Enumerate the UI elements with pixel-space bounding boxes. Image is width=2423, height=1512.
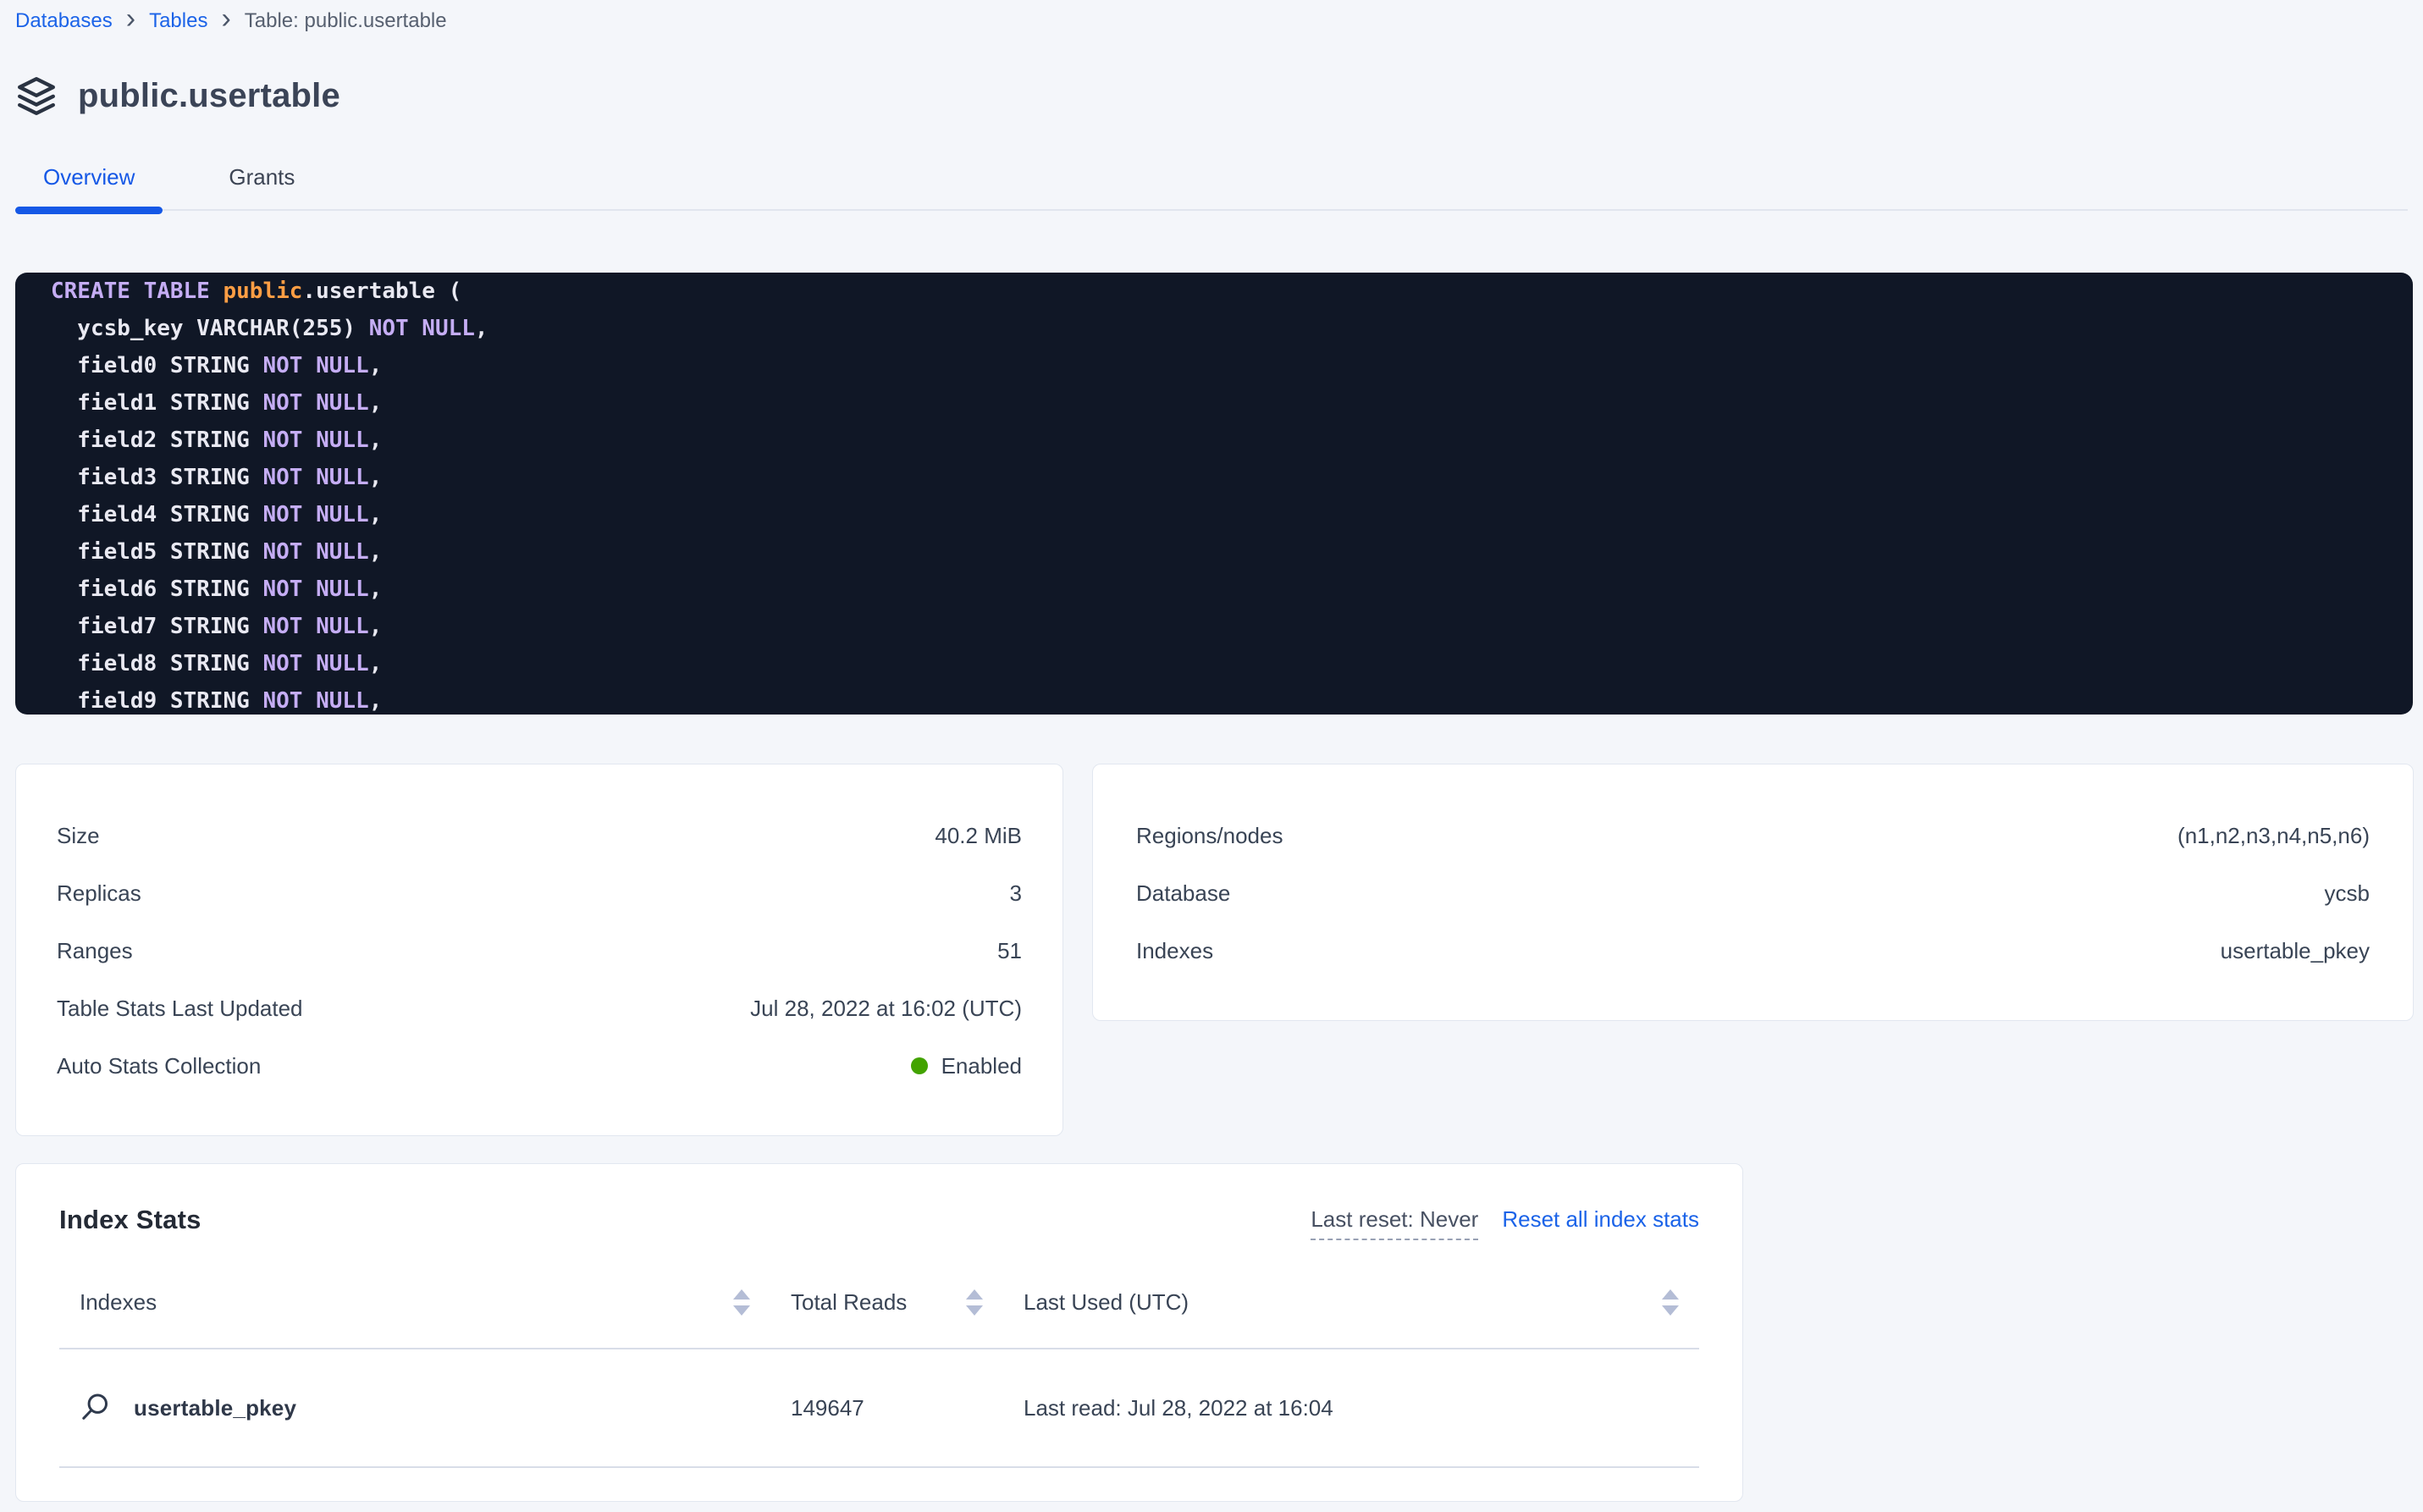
sort-icon[interactable] xyxy=(1662,1289,1679,1316)
stat-label: Ranges xyxy=(57,938,133,964)
stat-row: Size 40.2 MiB xyxy=(57,807,1022,864)
stat-label: Regions/nodes xyxy=(1136,823,1283,849)
stat-value: ycsb xyxy=(2325,880,2370,907)
stat-row: Replicas 3 xyxy=(57,864,1022,922)
stat-value: usertable_pkey xyxy=(2221,938,2370,964)
chevron-right-icon: › xyxy=(126,8,135,29)
code-line: field2 STRING NOT NULL, xyxy=(51,422,2387,459)
summary-cards: Size 40.2 MiB Replicas 3 Ranges 51 Table… xyxy=(15,764,2423,1136)
stat-label: Auto Stats Collection xyxy=(57,1053,261,1079)
stat-row: Auto Stats Collection Enabled xyxy=(57,1037,1022,1095)
search-icon xyxy=(80,1393,110,1423)
table-details-page: Databases › Tables › Table: public.usert… xyxy=(0,0,2423,1512)
column-header-indexes[interactable]: Indexes xyxy=(59,1262,770,1348)
stat-row: Indexes usertable_pkey xyxy=(1136,922,2370,979)
page-title: public.usertable xyxy=(78,77,340,115)
code-line: field9 STRING NOT NULL, xyxy=(51,682,2387,715)
stat-row: Database ycsb xyxy=(1136,864,2370,922)
index-stats-title: Index Stats xyxy=(59,1205,201,1235)
stat-value: 40.2 MiB xyxy=(935,823,1022,849)
sort-icon[interactable] xyxy=(733,1289,750,1316)
stat-row: Regions/nodes (n1,n2,n3,n4,n5,n6) xyxy=(1136,807,2370,864)
layers-icon xyxy=(15,74,58,117)
stat-label: Indexes xyxy=(1136,938,1213,964)
code-line: field1 STRING NOT NULL, xyxy=(51,384,2387,422)
stat-value: 3 xyxy=(1010,880,1022,907)
column-header-last-used[interactable]: Last Used (UTC) xyxy=(1003,1262,1699,1348)
index-stats-table: Indexes Total Reads Last Used (UTC) xyxy=(59,1262,1699,1468)
stat-label: Replicas xyxy=(57,880,141,907)
create-table-statement: CREATE TABLE public.usertable ( ycsb_key… xyxy=(15,273,2413,715)
table-details-card: Regions/nodes (n1,n2,n3,n4,n5,n6) Databa… xyxy=(1092,764,2414,1021)
reset-index-stats-link[interactable]: Reset all index stats xyxy=(1502,1206,1699,1233)
chevron-right-icon: › xyxy=(221,8,230,29)
tab-divider xyxy=(15,209,2408,211)
stat-label: Database xyxy=(1136,880,1230,907)
index-name[interactable]: usertable_pkey xyxy=(134,1395,296,1421)
tab-bar: Overview Grants xyxy=(0,152,2423,211)
code-line: field0 STRING NOT NULL, xyxy=(51,347,2387,384)
index-stats-actions: Last reset: Never Reset all index stats xyxy=(1311,1205,1699,1240)
page-header: public.usertable xyxy=(15,71,2423,120)
stat-row: Table Stats Last Updated Jul 28, 2022 at… xyxy=(57,979,1022,1037)
stat-value: Enabled xyxy=(911,1053,1022,1079)
column-header-total-reads[interactable]: Total Reads xyxy=(770,1262,1003,1348)
stat-row: Ranges 51 xyxy=(57,922,1022,979)
index-stats-header: Index Stats Last reset: Never Reset all … xyxy=(59,1205,1699,1240)
code-line: field6 STRING NOT NULL, xyxy=(51,571,2387,608)
sort-icon[interactable] xyxy=(966,1289,983,1316)
last-reset-label[interactable]: Last reset: Never xyxy=(1311,1206,1478,1240)
stat-label: Table Stats Last Updated xyxy=(57,996,303,1022)
code-line: field4 STRING NOT NULL, xyxy=(51,496,2387,533)
tab-grants[interactable]: Grants xyxy=(201,152,323,211)
total-reads-cell: 149647 xyxy=(770,1349,1003,1466)
code-line: CREATE TABLE public.usertable ( xyxy=(51,273,2387,310)
code-line: ycsb_key VARCHAR(255) NOT NULL, xyxy=(51,310,2387,347)
stat-value: 51 xyxy=(997,938,1022,964)
status-dot xyxy=(911,1057,928,1074)
breadcrumb: Databases › Tables › Table: public.usert… xyxy=(15,8,2423,34)
code-line: field5 STRING NOT NULL, xyxy=(51,533,2387,571)
stat-value: Jul 28, 2022 at 16:02 (UTC) xyxy=(750,996,1022,1022)
tab-overview[interactable]: Overview xyxy=(15,152,163,211)
last-used-cell: Last read: Jul 28, 2022 at 16:04 xyxy=(1003,1349,1699,1466)
index-table-header-row: Indexes Total Reads Last Used (UTC) xyxy=(59,1262,1699,1349)
code-line: field3 STRING NOT NULL, xyxy=(51,459,2387,496)
table-stats-card: Size 40.2 MiB Replicas 3 Ranges 51 Table… xyxy=(15,764,1063,1136)
stat-value: (n1,n2,n3,n4,n5,n6) xyxy=(2177,823,2370,849)
index-row[interactable]: usertable_pkey 149647 Last read: Jul 28,… xyxy=(59,1349,1699,1468)
code-line: field7 STRING NOT NULL, xyxy=(51,608,2387,645)
breadcrumb-databases[interactable]: Databases xyxy=(15,8,113,34)
breadcrumb-tables[interactable]: Tables xyxy=(149,8,207,34)
code-line: field8 STRING NOT NULL, xyxy=(51,645,2387,682)
index-stats-card: Index Stats Last reset: Never Reset all … xyxy=(15,1163,1743,1502)
index-table-body: usertable_pkey 149647 Last read: Jul 28,… xyxy=(59,1349,1699,1468)
breadcrumb-current-table: Table: public.usertable xyxy=(245,8,447,34)
stat-label: Size xyxy=(57,823,100,849)
active-tab-indicator xyxy=(15,207,163,214)
